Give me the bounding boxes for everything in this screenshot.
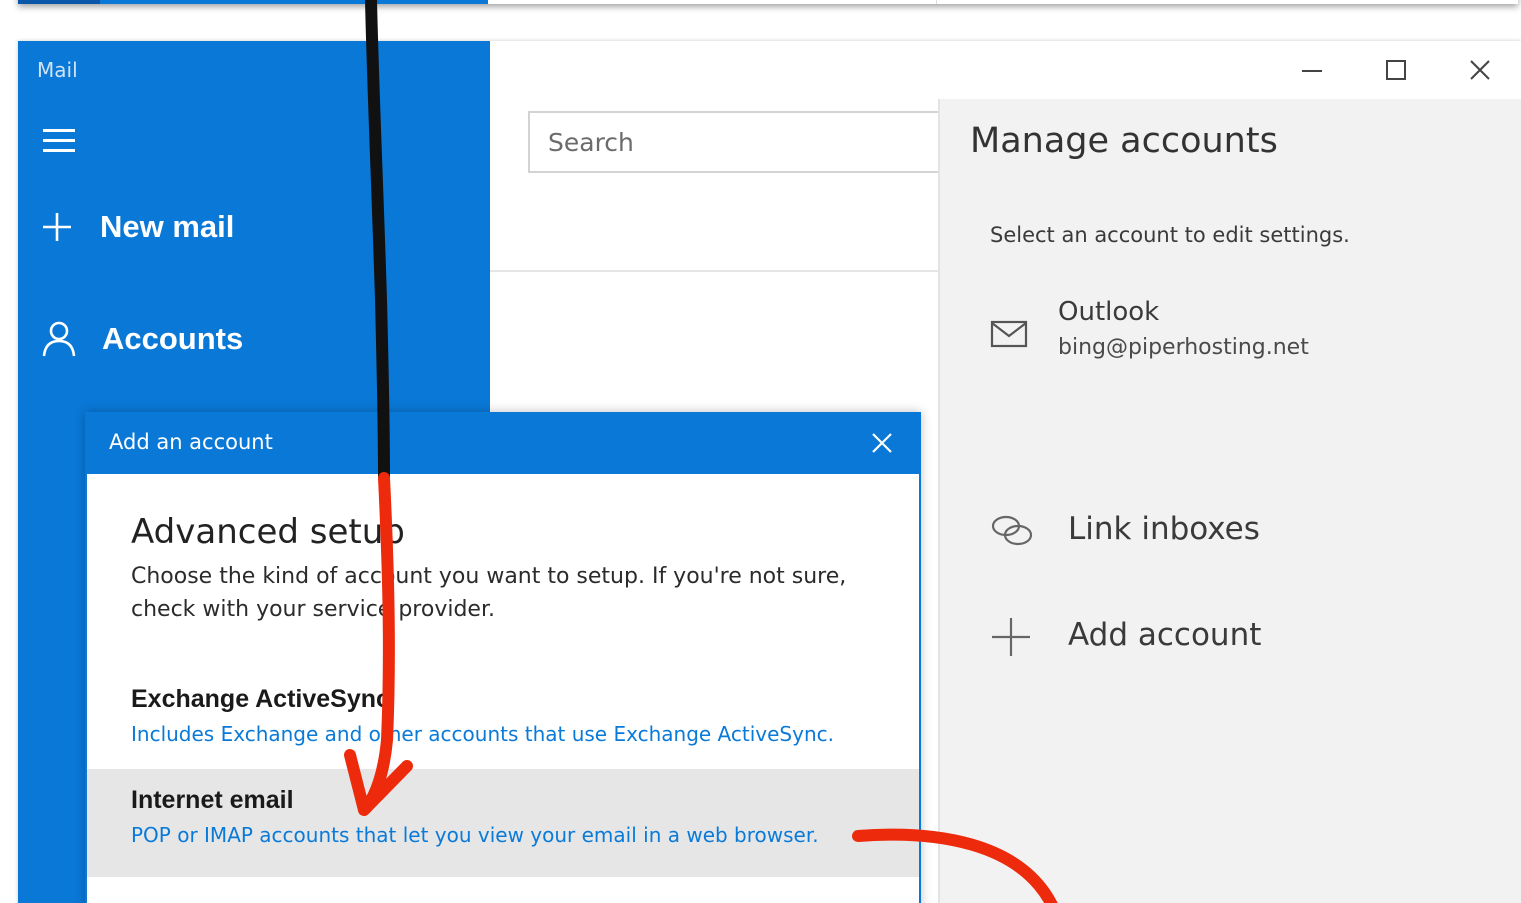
dialog-title: Add an account [109,430,273,454]
link-inboxes-label: Link inboxes [1068,511,1260,547]
plus-icon [992,618,1030,656]
hamburger-menu-icon[interactable] [43,129,75,153]
add-account-button[interactable]: Add account [990,607,1470,667]
new-mail-button[interactable]: New mail [40,209,234,245]
add-account-dialog: Add an account Advanced setup Choose the… [85,412,921,903]
screenshot-stage: Mail New mail Accounts Search Manage acc… [0,0,1521,903]
dialog-description: Choose the kind of account you want to s… [131,564,847,622]
accounts-button[interactable]: Accounts [40,319,243,359]
search-input[interactable] [530,113,946,171]
close-icon [1470,60,1490,80]
option-title: Exchange ActiveSync [131,685,390,713]
dialog-heading: Advanced setup [131,512,405,552]
minimize-button[interactable] [1289,55,1335,85]
option-description: POP or IMAP accounts that let you view y… [131,823,819,847]
app-title: Mail [37,58,78,82]
mail-envelope-icon [990,320,1028,348]
plus-icon [43,213,71,241]
add-account-label: Add account [1068,617,1262,653]
manage-accounts-title: Manage accounts [970,121,1278,161]
background-window-sidebar [100,0,488,4]
manage-accounts-pane: Manage accounts Select an account to edi… [938,99,1521,903]
minimize-icon [1302,70,1322,72]
close-window-button[interactable] [1457,55,1503,85]
dialog-close-button[interactable] [867,428,897,458]
background-window-sidebar-dark [18,0,100,4]
link-icon [991,515,1033,546]
search-box [528,111,948,173]
maximize-button[interactable] [1373,55,1419,85]
option-description: Includes Exchange and other accounts tha… [131,722,834,746]
option-title: Internet email [131,786,294,814]
option-exchange-activesync[interactable]: Exchange ActiveSync Includes Exchange an… [87,668,919,776]
account-item-outlook[interactable]: Outlook bing@piperhosting.net [990,295,1470,375]
message-list-divider [490,270,940,272]
account-email: bing@piperhosting.net [1058,335,1309,360]
maximize-icon [1386,60,1406,80]
accounts-label: Accounts [102,321,244,356]
background-window-divider [936,0,937,4]
person-icon [42,321,76,357]
option-internet-email[interactable]: Internet email POP or IMAP accounts that… [87,769,919,877]
manage-accounts-subtitle: Select an account to edit settings. [990,223,1350,247]
link-inboxes-button[interactable]: Link inboxes [990,501,1470,561]
account-name: Outlook [1058,297,1160,327]
close-icon [872,433,892,453]
dialog-header: Add an account [87,412,919,474]
background-window [18,0,1518,4]
new-mail-label: New mail [100,209,235,244]
